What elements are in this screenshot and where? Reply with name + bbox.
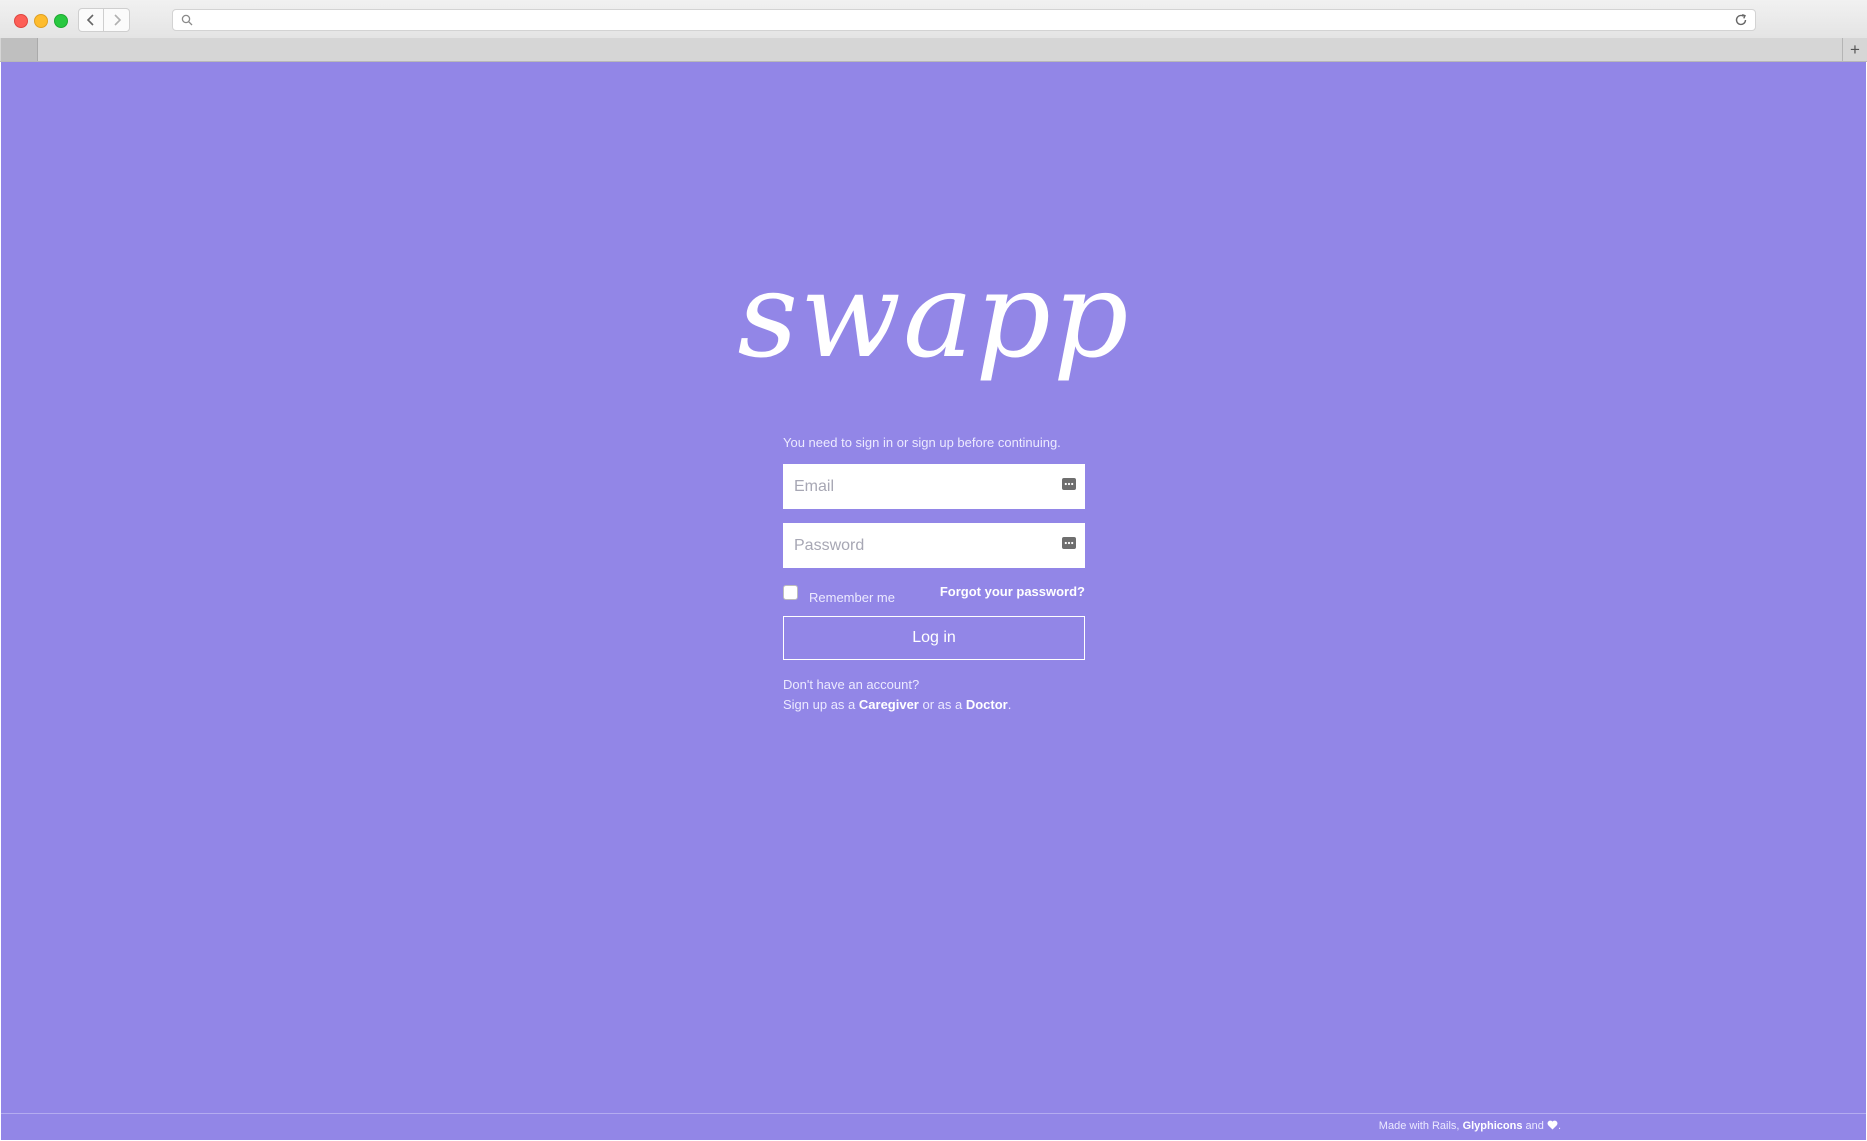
chevron-left-icon bbox=[86, 14, 94, 26]
reload-icon[interactable] bbox=[1734, 13, 1748, 27]
no-account-text: Don't have an account? bbox=[783, 677, 920, 692]
caregiver-signup-link[interactable]: Caregiver bbox=[859, 697, 919, 712]
logo-text: swapp bbox=[737, 252, 1130, 384]
glyphicons-link[interactable]: Glyphicons bbox=[1463, 1120, 1523, 1132]
heart-icon bbox=[1547, 1120, 1558, 1130]
swapp-logo: swapp bbox=[1, 252, 1866, 412]
remember-me-checkbox[interactable] bbox=[783, 585, 798, 600]
footer-prefix: Made with Rails, bbox=[1378, 1120, 1463, 1132]
signup-options: Sign up as a Caregiver or as a Doctor. bbox=[783, 695, 1011, 715]
forward-button[interactable] bbox=[104, 8, 130, 32]
minimize-window-button[interactable] bbox=[34, 14, 48, 28]
email-field[interactable] bbox=[783, 464, 1085, 509]
email-field-wrapper bbox=[783, 464, 1085, 509]
browser-titlebar bbox=[0, 0, 1867, 39]
tab-stub[interactable] bbox=[1, 38, 38, 61]
signup-prompt: Don't have an account? Sign up as a Care… bbox=[783, 675, 1011, 715]
signin-notice: You need to sign in or sign up before co… bbox=[783, 435, 1061, 450]
zoom-window-button[interactable] bbox=[54, 14, 68, 28]
signup-suffix: . bbox=[1007, 697, 1012, 712]
search-icon bbox=[181, 14, 193, 26]
signup-middle: or as a bbox=[918, 697, 966, 712]
keychain-autofill-icon[interactable] bbox=[1062, 537, 1076, 549]
remember-me: Remember me bbox=[783, 582, 895, 605]
browser-chrome: + bbox=[0, 0, 1867, 62]
password-field-wrapper bbox=[783, 523, 1085, 568]
tab-strip: + bbox=[0, 38, 1867, 62]
login-button[interactable]: Log in bbox=[783, 616, 1085, 660]
new-tab-button[interactable]: + bbox=[1842, 38, 1867, 61]
close-window-button[interactable] bbox=[14, 14, 28, 28]
remember-me-label[interactable]: Remember me bbox=[809, 590, 895, 605]
login-page: swapp You need to sign in or sign up bef… bbox=[1, 62, 1866, 1140]
footer-credits: Made with Rails, Glyphicons and . bbox=[1379, 1120, 1561, 1132]
address-bar[interactable] bbox=[172, 9, 1756, 31]
doctor-signup-link[interactable]: Doctor bbox=[966, 697, 1008, 712]
signup-prefix: Sign up as a bbox=[783, 697, 859, 712]
chevron-right-icon bbox=[113, 14, 121, 26]
footer-suffix: . bbox=[1557, 1120, 1561, 1132]
footer-middle: and bbox=[1522, 1120, 1547, 1132]
page-footer: Made with Rails, Glyphicons and . bbox=[1, 1113, 1866, 1140]
plus-icon: + bbox=[1850, 40, 1860, 59]
forgot-password-link[interactable]: Forgot your password? bbox=[940, 584, 1085, 599]
password-field[interactable] bbox=[783, 523, 1085, 568]
keychain-autofill-icon[interactable] bbox=[1062, 478, 1076, 490]
back-button[interactable] bbox=[78, 8, 104, 32]
